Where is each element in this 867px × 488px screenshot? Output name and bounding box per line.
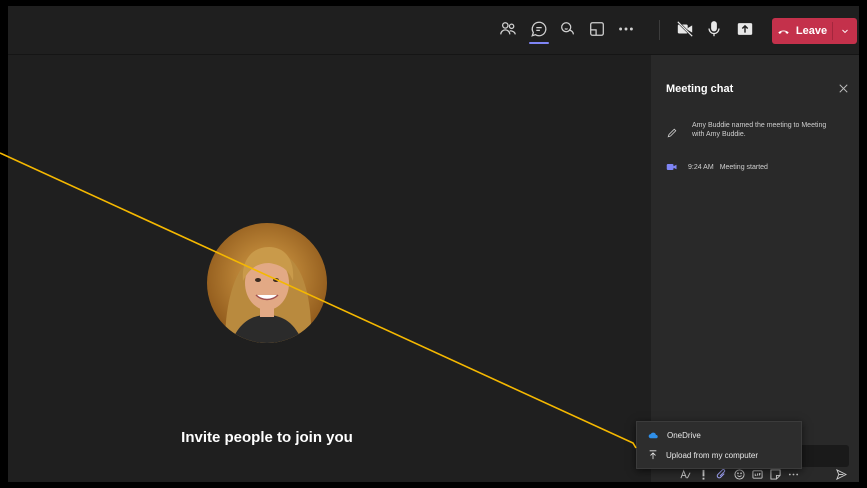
chevron-down-icon	[842, 29, 848, 34]
share-tray-icon[interactable]	[586, 18, 608, 40]
meeting-stage: Invite people to join you	[8, 55, 651, 482]
camera-off-icon[interactable]	[674, 18, 696, 40]
chat-panel-title: Meeting chat	[666, 83, 734, 95]
upload-icon	[649, 450, 657, 460]
chat-icon[interactable]	[528, 18, 550, 40]
chat-event-time: 9:24 AM	[688, 163, 714, 171]
teams-meeting-window: Leave Invite people to join you Meeting …	[8, 6, 859, 482]
more-options-icon[interactable]	[786, 467, 800, 481]
gif-icon[interactable]	[750, 467, 764, 481]
toolbar-divider	[659, 20, 660, 40]
chat-event-rename: Amy Buddie named the meeting to Meeting …	[666, 121, 851, 139]
chat-event-rename-text: Amy Buddie named the meeting to Meeting …	[692, 122, 827, 138]
send-icon[interactable]	[834, 467, 848, 481]
leave-button-group: Leave	[772, 18, 857, 44]
onedrive-icon	[648, 432, 658, 438]
chat-event-started-text: Meeting started	[719, 163, 768, 171]
menu-item-onedrive-label: OneDrive	[667, 430, 701, 440]
menu-item-onedrive[interactable]: OneDrive	[637, 425, 801, 445]
attach-file-menu: OneDrive Upload from my computer	[636, 421, 802, 469]
phone-hangup-icon	[778, 30, 789, 34]
video-camera-icon	[666, 164, 677, 170]
share-screen-icon[interactable]	[734, 18, 756, 40]
mic-icon[interactable]	[703, 18, 725, 40]
format-icon[interactable]	[678, 467, 692, 481]
pencil-icon	[667, 128, 677, 138]
sticker-icon[interactable]	[768, 467, 782, 481]
people-icon[interactable]	[497, 18, 519, 40]
important-icon[interactable]	[696, 467, 710, 481]
leave-label: Leave	[795, 25, 828, 37]
leave-options-button[interactable]	[833, 18, 857, 44]
compose-toolbar	[651, 467, 859, 482]
menu-item-upload-label: Upload from my computer	[666, 450, 759, 460]
meeting-toolbar: Leave	[8, 6, 859, 55]
participant-avatar	[207, 223, 327, 343]
emoji-icon[interactable]	[732, 467, 746, 481]
close-icon[interactable]	[835, 80, 851, 96]
menu-item-upload[interactable]: Upload from my computer	[637, 445, 801, 465]
chat-active-indicator	[529, 42, 549, 44]
reactions-icon[interactable]	[557, 18, 579, 40]
more-icon[interactable]	[615, 18, 637, 40]
invite-people-text: Invite people to join you	[181, 429, 353, 446]
attach-icon[interactable]	[714, 467, 728, 481]
leave-button[interactable]: Leave	[772, 18, 832, 44]
meeting-chat-panel: Meeting chat Amy Buddie named the meetin…	[651, 55, 859, 482]
chat-event-started: 9:24 AM Meeting started	[666, 161, 768, 173]
